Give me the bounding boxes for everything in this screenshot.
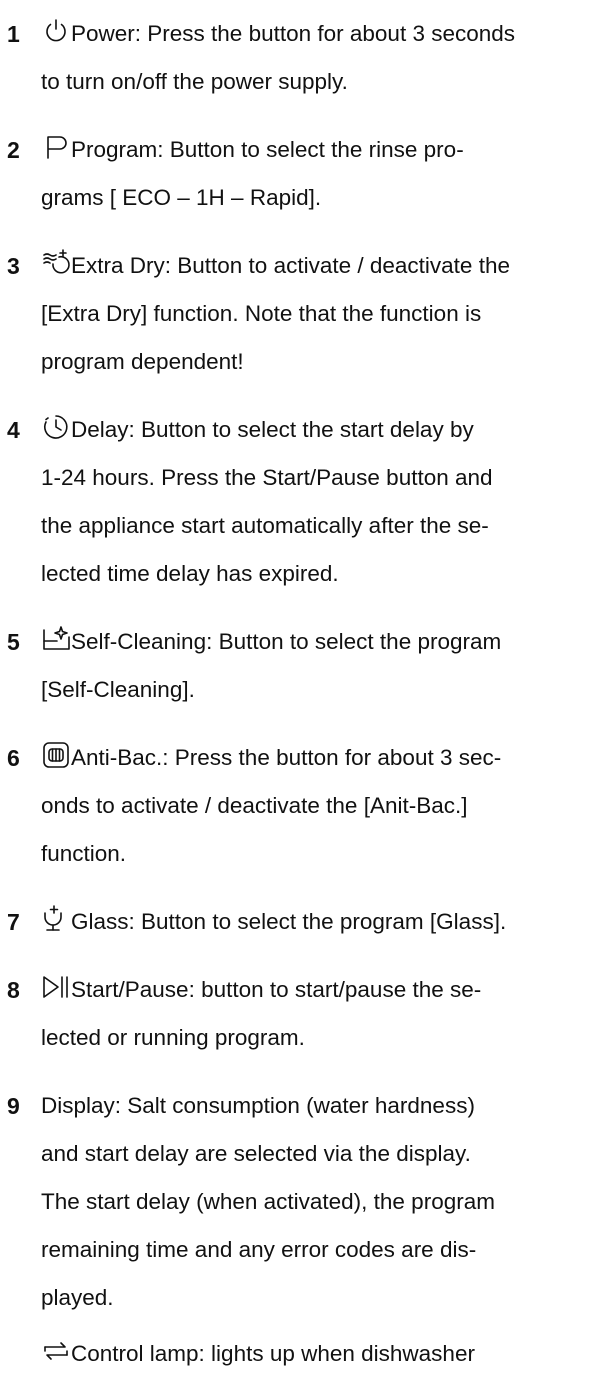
item-text-line: lected time delay has expired.: [41, 561, 339, 586]
item-text-line: Program: Button to select the rinse pro-: [71, 137, 464, 162]
item-text-line: program dependent!: [41, 349, 244, 374]
item-text-line: remaining time and any error codes are d…: [41, 1237, 477, 1262]
item-text-line: Glass: Button to select the program [Gla…: [71, 909, 507, 934]
item-number: 9: [7, 1093, 20, 1119]
item-text-line: Self-Cleaning: Button to select the prog…: [71, 629, 502, 654]
item-text-line: lected or running program.: [41, 1025, 305, 1050]
glass-icon: [41, 904, 71, 934]
item-text-line: Extra Dry: Button to activate / deactiva…: [71, 253, 510, 278]
extra-dry-icon: [41, 248, 71, 278]
start-pause-icon: [41, 972, 71, 1002]
program-icon: [41, 132, 71, 162]
item-text-line: Control lamp: lights up when dishwasher: [71, 1341, 475, 1366]
item-text-line: 1-24 hours. Press the Start/Pause button…: [41, 465, 493, 490]
item-text-line: [Extra Dry] function. Note that the func…: [41, 301, 482, 326]
self-cleaning-icon: [41, 624, 71, 654]
item-text-line: function.: [41, 841, 127, 866]
item-number: 8: [7, 977, 20, 1003]
item-text-line: [Self-Cleaning].: [41, 677, 195, 702]
item-text-line: Delay: Button to select the start delay …: [71, 417, 474, 442]
item-number: 3: [7, 253, 20, 279]
delay-clock-icon: [41, 412, 71, 442]
item-text-line: Power: Press the button for about 3 seco…: [71, 21, 516, 46]
item-number: 6: [7, 745, 20, 771]
item-number: 2: [7, 137, 20, 163]
item-text-line: grams [ ECO – 1H – Rapid].: [41, 185, 322, 210]
item-text-line: to turn on/off the power supply.: [41, 69, 348, 94]
item-number: 7: [7, 909, 20, 935]
item-number: 1: [7, 21, 20, 47]
item-text-line: Start/Pause: button to start/pause the s…: [71, 977, 482, 1002]
salt-refill-icon: [41, 1336, 71, 1366]
power-icon: [41, 16, 71, 46]
item-text-line: onds to activate / deactivate the [Anit-…: [41, 793, 468, 818]
item-text-line: The start delay (when activated), the pr…: [41, 1189, 495, 1214]
item-text-line: and start delay are selected via the dis…: [41, 1141, 471, 1166]
item-number: 5: [7, 629, 20, 655]
item-text-line: Display: Salt consumption (water hardnes…: [41, 1093, 475, 1118]
item-number: 4: [7, 417, 20, 443]
anti-bac-icon: [41, 740, 71, 770]
item-text-line: the appliance start automatically after …: [41, 513, 489, 538]
item-text-line: played.: [41, 1285, 114, 1310]
item-text-line: Anti-Bac.: Press the button for about 3 …: [71, 745, 502, 770]
